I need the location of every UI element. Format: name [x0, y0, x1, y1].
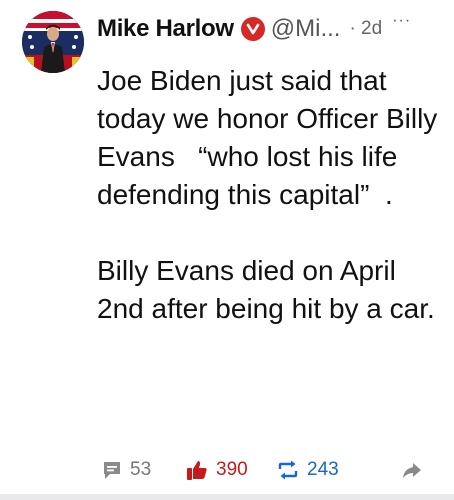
- post-body: Joe Biden just said that today we honor …: [97, 62, 442, 328]
- share-button[interactable]: [401, 456, 423, 484]
- post-paragraph: Joe Biden just said that today we honor …: [97, 65, 438, 210]
- divider: [0, 494, 454, 500]
- like-count: 390: [216, 459, 248, 480]
- more-options-icon[interactable]: ···: [392, 12, 411, 30]
- avatar-image: [22, 11, 84, 73]
- display-name[interactable]: Mike Harlow: [97, 15, 234, 43]
- comment-count: 53: [130, 459, 152, 480]
- action-bar: 53 390 243: [0, 456, 454, 486]
- repost-button[interactable]: 243: [276, 456, 339, 484]
- comment-button[interactable]: 53: [101, 456, 151, 484]
- repost-count: 243: [307, 459, 339, 480]
- share-arrow-icon: [403, 463, 421, 478]
- post-paragraph: Billy Evans died on April 2nd after bein…: [97, 255, 435, 324]
- user-handle[interactable]: @Mi...: [271, 15, 341, 43]
- post-header: Mike Harlow @Mi... · 2d ···: [97, 11, 442, 47]
- post-timestamp: · 2d: [349, 18, 383, 39]
- verified-badge-icon: [240, 17, 265, 41]
- like-button[interactable]: 390: [185, 456, 248, 484]
- post-card: Mike Harlow @Mi... · 2d ··· Joe Biden ju…: [0, 0, 454, 500]
- thumbs-up-icon: [187, 461, 207, 480]
- repost-icon: [278, 460, 298, 480]
- avatar[interactable]: [22, 11, 84, 73]
- comment-icon: [104, 462, 120, 479]
